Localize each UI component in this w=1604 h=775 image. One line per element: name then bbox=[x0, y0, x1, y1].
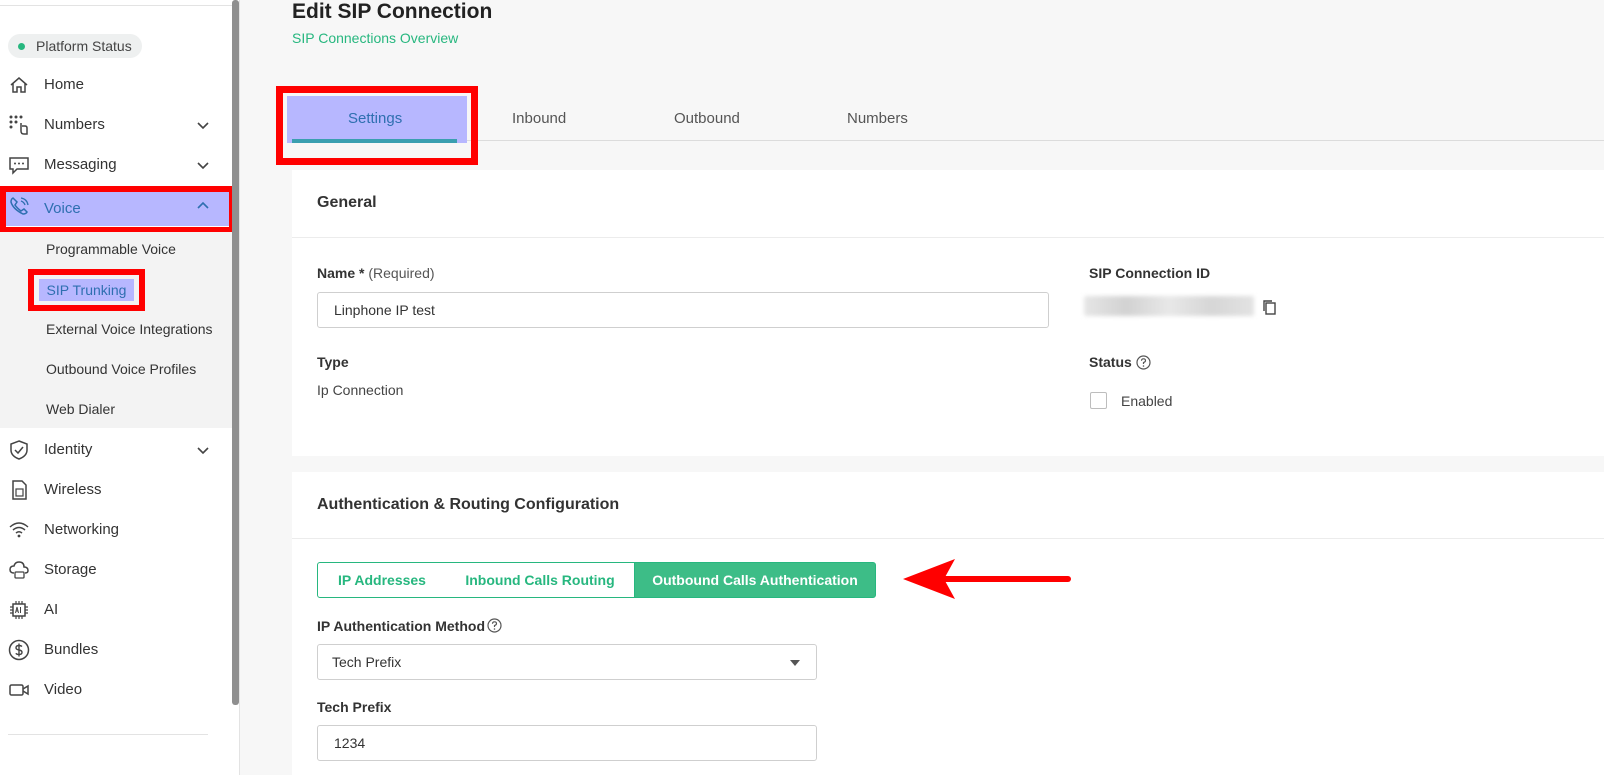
sip-connection-id-label: SIP Connection ID bbox=[1089, 265, 1211, 281]
chevron-down-icon bbox=[197, 162, 209, 170]
name-input[interactable]: Linphone IP test bbox=[317, 292, 1049, 328]
cloud-storage-icon bbox=[9, 561, 29, 579]
ip-auth-method-select[interactable]: Tech Prefix bbox=[317, 644, 817, 680]
active-tab-indicator bbox=[292, 139, 457, 143]
voice-highlight-annotation bbox=[0, 186, 235, 233]
sidebar-item-storage[interactable]: Storage bbox=[0, 551, 232, 587]
status-label: Status bbox=[1089, 354, 1132, 370]
chat-icon bbox=[9, 157, 29, 175]
name-field-label: Name * (Required) bbox=[317, 265, 435, 281]
segment-ip-addresses[interactable]: IP Addresses bbox=[317, 562, 447, 598]
sip-connection-id-value-redacted bbox=[1084, 296, 1254, 316]
general-card-title: General bbox=[317, 194, 377, 211]
sidebar-item-label: Video bbox=[44, 680, 83, 698]
submenu-item-outbound-voice-profiles[interactable]: Outbound Voice Profiles bbox=[46, 361, 196, 377]
sidebar-item-label: Messaging bbox=[44, 155, 117, 173]
status-dot-icon bbox=[18, 42, 25, 50]
breadcrumb-sip-connections-overview[interactable]: SIP Connections Overview bbox=[292, 30, 458, 46]
copy-icon[interactable] bbox=[1262, 299, 1277, 316]
sidebar-item-ai[interactable]: AI bbox=[0, 591, 232, 627]
submenu-item-sip-trunking[interactable]: SIP Trunking bbox=[39, 279, 134, 301]
sidebar: Platform Status Home Numbers Messaging V… bbox=[0, 0, 240, 775]
sidebar-item-label: Numbers bbox=[44, 115, 105, 133]
tech-prefix-value: 1234 bbox=[334, 735, 366, 751]
submenu-item-web-dialer[interactable]: Web Dialer bbox=[46, 401, 115, 417]
tabs-divider bbox=[292, 140, 1604, 141]
divider bbox=[292, 237, 1604, 238]
help-icon[interactable] bbox=[1136, 355, 1151, 370]
type-value: Ip Connection bbox=[317, 382, 404, 398]
divider bbox=[8, 734, 208, 735]
name-label-text: Name bbox=[317, 265, 356, 281]
tech-prefix-input[interactable]: 1234 bbox=[317, 725, 817, 761]
submenu-item-external-voice-integrations[interactable]: External Voice Integrations bbox=[46, 321, 213, 337]
chip-icon bbox=[10, 601, 28, 619]
type-label: Type bbox=[317, 354, 349, 370]
sidebar-item-video[interactable]: Video bbox=[0, 671, 232, 707]
name-input-value: Linphone IP test bbox=[334, 302, 435, 318]
sidebar-item-label: Wireless bbox=[44, 480, 102, 498]
tab-outbound[interactable]: Outbound bbox=[674, 110, 740, 127]
home-icon bbox=[10, 77, 28, 93]
dialpad-icon bbox=[9, 115, 28, 135]
help-icon[interactable] bbox=[487, 618, 502, 633]
auth-routing-card-title: Authentication & Routing Configuration bbox=[317, 496, 620, 513]
segment-inbound-calls-routing[interactable]: Inbound Calls Routing bbox=[446, 562, 635, 598]
divider bbox=[0, 5, 232, 6]
sidebar-item-label: Bundles bbox=[44, 640, 99, 658]
sidebar-item-label: Identity bbox=[44, 440, 93, 458]
tech-prefix-label: Tech Prefix bbox=[317, 699, 392, 715]
sim-card-icon bbox=[12, 480, 27, 500]
tab-inbound[interactable]: Inbound bbox=[512, 110, 566, 127]
dollar-icon bbox=[8, 639, 30, 661]
page-title: Edit SIP Connection bbox=[292, 0, 493, 23]
sip-trunking-highlight-annotation: SIP Trunking bbox=[28, 269, 145, 311]
required-asterisk: * bbox=[359, 265, 365, 281]
shield-check-icon bbox=[10, 440, 28, 460]
wifi-icon bbox=[9, 522, 29, 538]
platform-status-badge[interactable]: Platform Status bbox=[8, 34, 142, 58]
sidebar-item-numbers[interactable]: Numbers bbox=[0, 106, 232, 142]
segment-outbound-calls-authentication[interactable]: Outbound Calls Authentication bbox=[634, 562, 876, 598]
sidebar-item-label: Home bbox=[44, 75, 85, 93]
tab-numbers[interactable]: Numbers bbox=[847, 110, 908, 127]
required-hint: (Required) bbox=[368, 265, 435, 281]
caret-down-icon bbox=[790, 660, 800, 666]
enabled-label: Enabled bbox=[1121, 393, 1173, 409]
ip-auth-method-value: Tech Prefix bbox=[332, 654, 402, 670]
sidebar-item-label: AI bbox=[44, 600, 59, 618]
tab-settings-label[interactable]: Settings bbox=[348, 110, 402, 127]
sidebar-item-bundles[interactable]: Bundles bbox=[0, 631, 232, 667]
sidebar-item-messaging[interactable]: Messaging bbox=[0, 146, 232, 182]
chevron-down-icon bbox=[197, 122, 209, 130]
platform-status-label: Platform Status bbox=[36, 38, 132, 54]
ip-auth-method-label: IP Authentication Method bbox=[317, 618, 485, 634]
sidebar-item-wireless[interactable]: Wireless bbox=[0, 471, 232, 507]
sidebar-item-label: Networking bbox=[44, 520, 120, 538]
enabled-checkbox[interactable] bbox=[1090, 392, 1107, 409]
sidebar-item-identity[interactable]: Identity bbox=[0, 431, 232, 467]
divider bbox=[292, 538, 1604, 539]
sidebar-scrollbar[interactable] bbox=[232, 0, 239, 705]
video-icon bbox=[9, 684, 29, 696]
sidebar-item-label: Storage bbox=[44, 560, 97, 578]
submenu-item-programmable-voice[interactable]: Programmable Voice bbox=[46, 241, 176, 257]
sidebar-item-home[interactable]: Home bbox=[0, 66, 232, 102]
sidebar-item-networking[interactable]: Networking bbox=[0, 511, 232, 547]
chevron-down-icon bbox=[197, 447, 209, 455]
red-arrow-annotation bbox=[903, 559, 1071, 599]
